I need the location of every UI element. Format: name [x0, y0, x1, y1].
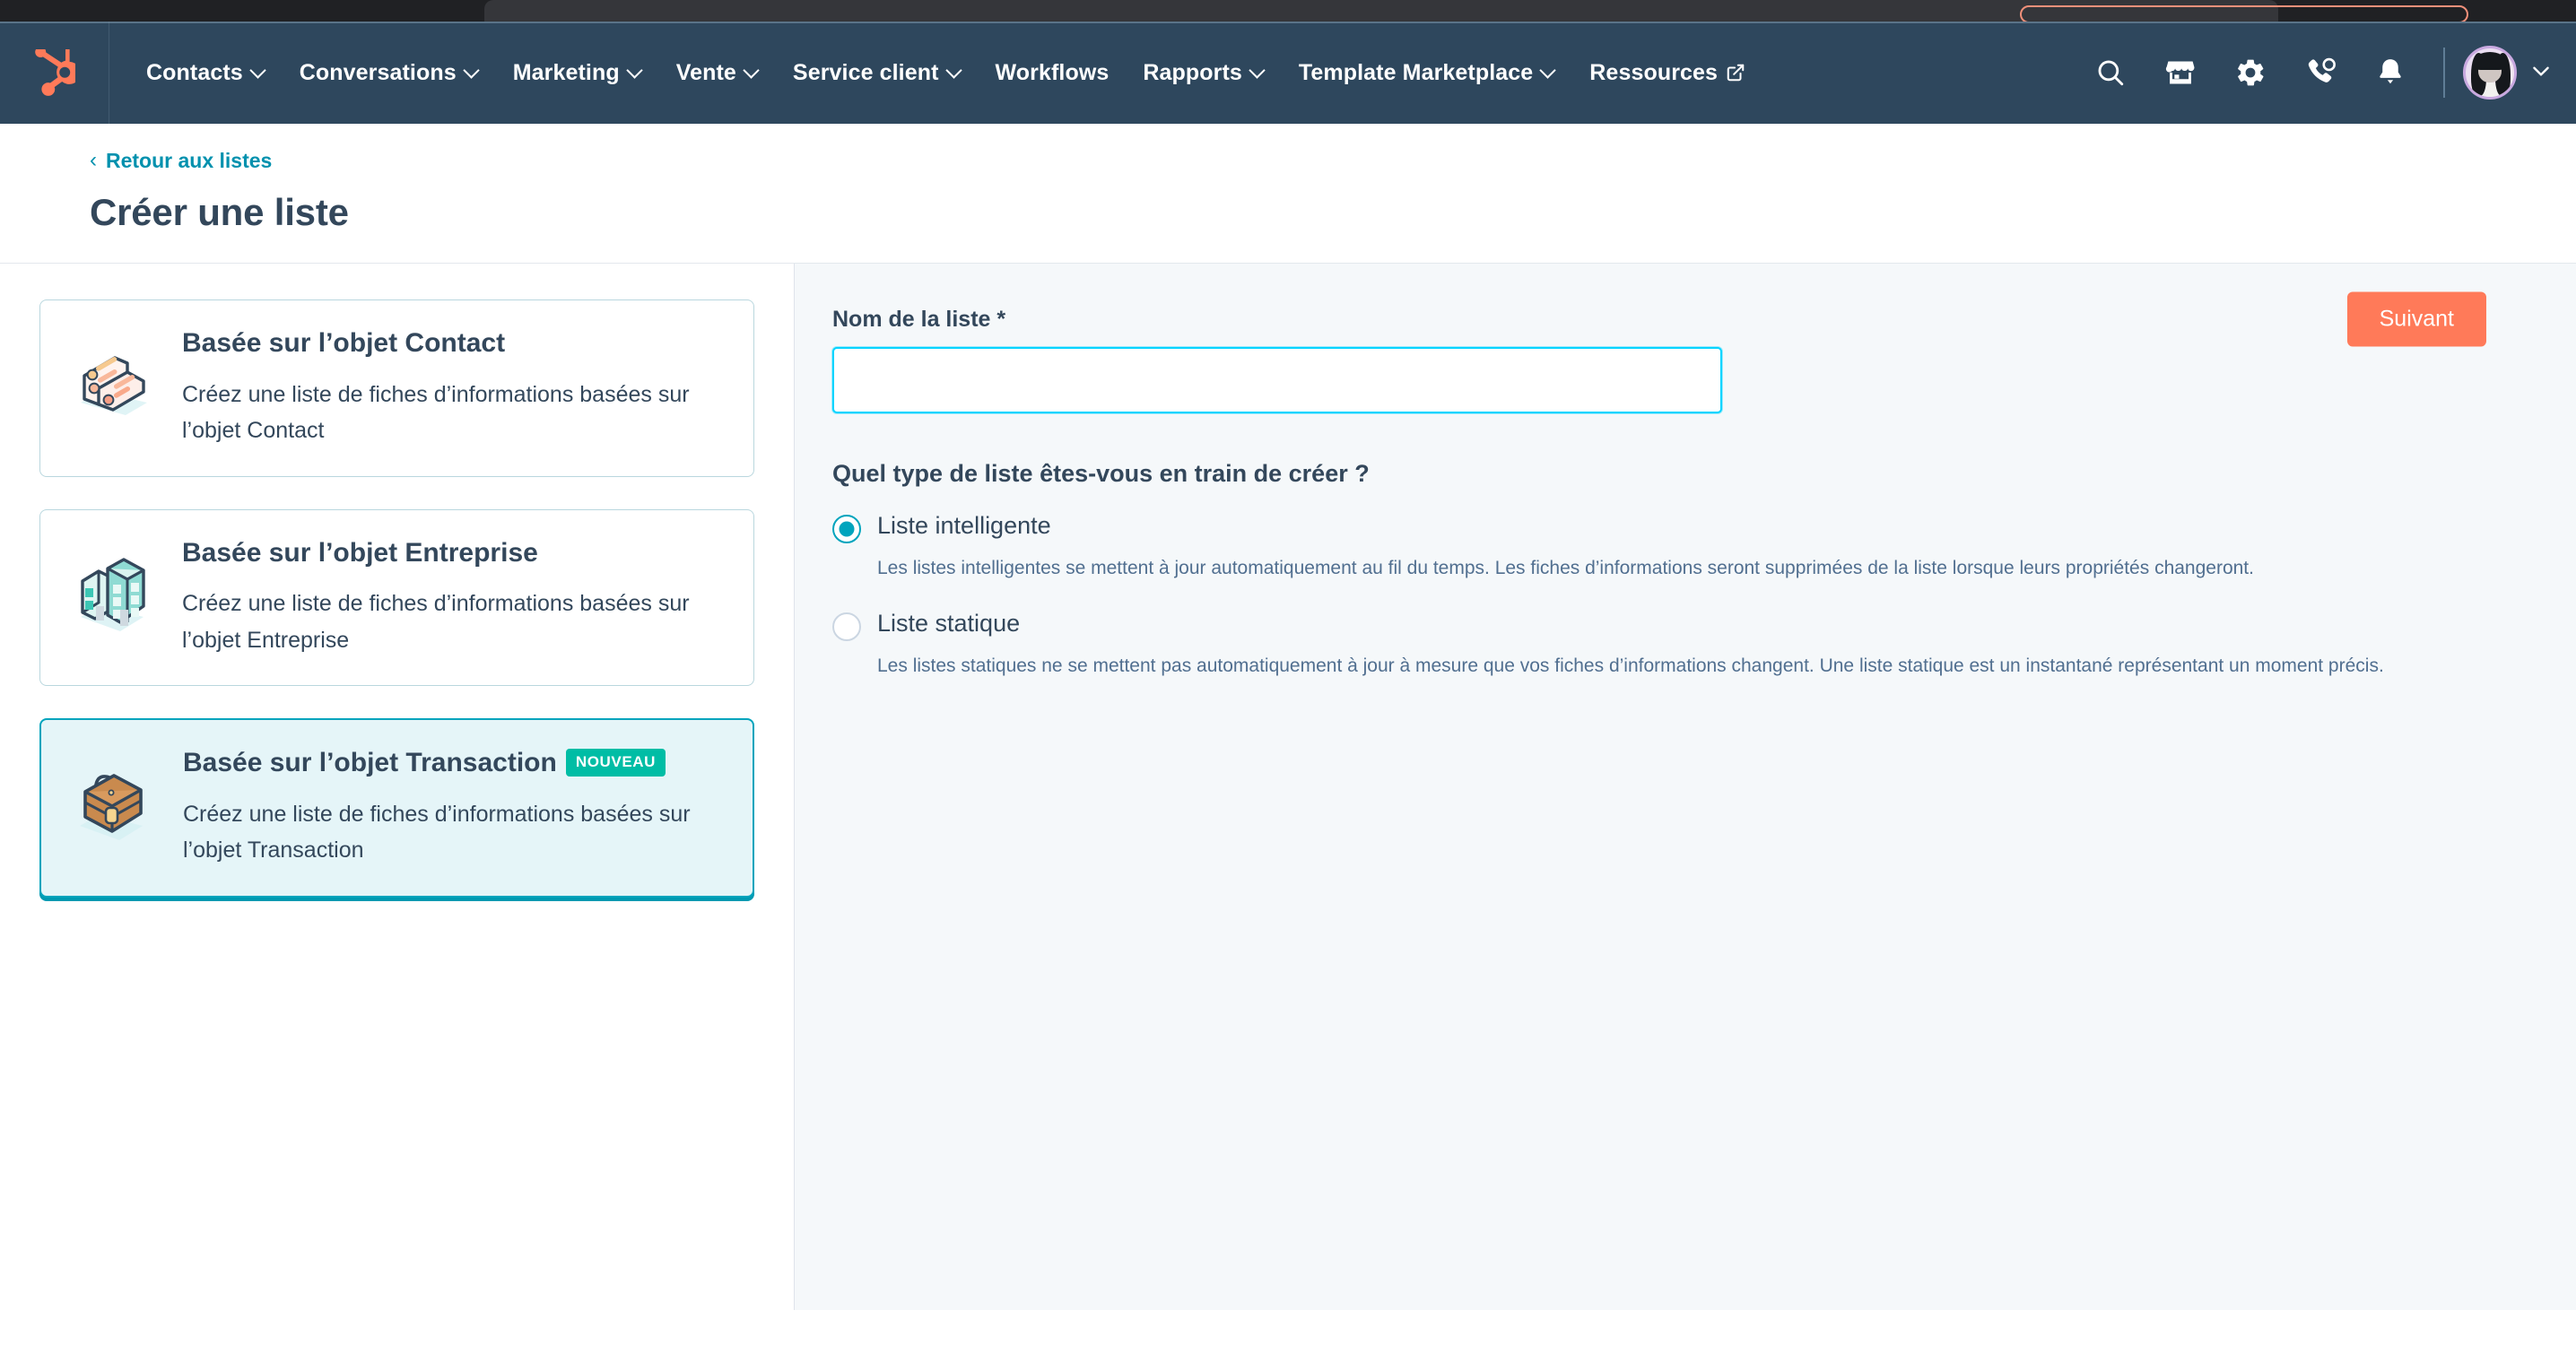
user-avatar[interactable]: [2463, 46, 2517, 100]
top-navigation-bar: Contacts Conversations Marketing Vente S…: [0, 22, 2576, 124]
radio-button-smart-list[interactable]: [832, 515, 861, 543]
briefcase-icon: [65, 765, 163, 851]
list-settings-panel: Nom de la liste * Quel type de liste ête…: [795, 264, 2576, 1310]
back-to-lists-link[interactable]: ‹ Retour aux listes: [90, 149, 272, 173]
object-card-body: Basée sur l’objet Transaction NOUVEAU Cré…: [183, 747, 729, 869]
nav-item-label: Marketing: [512, 59, 620, 85]
search-icon[interactable]: [2081, 43, 2140, 102]
radio-label-static-list[interactable]: Liste statique: [877, 609, 1020, 638]
chevron-down-icon: [1250, 64, 1265, 78]
nav-menu-items: Contacts Conversations Marketing Vente S…: [109, 51, 2076, 95]
nav-item-template-marketplace[interactable]: Template Marketplace: [1282, 51, 1572, 95]
browser-url-bar[interactable]: [2020, 5, 2468, 23]
nav-item-marketing[interactable]: Marketing: [496, 51, 659, 95]
nav-item-label: Service client: [792, 59, 939, 85]
chevron-down-icon: [628, 64, 642, 78]
external-link-icon: [1726, 63, 1745, 82]
back-link-label: Retour aux listes: [106, 149, 273, 172]
object-card-body: Basée sur l’objet Entreprise Créez une l…: [182, 537, 730, 659]
browser-tab-strip[interactable]: [484, 0, 2278, 22]
nav-item-label: Vente: [675, 59, 736, 85]
object-card-entreprise[interactable]: Basée sur l’objet Entreprise Créez une l…: [39, 508, 754, 687]
radio-label-smart-list[interactable]: Liste intelligente: [877, 511, 1051, 540]
radio-option-smart-list[interactable]: Liste intelligente: [832, 511, 2522, 543]
object-card-title: Basée sur l’objet Contact: [182, 328, 506, 358]
chevron-down-icon: [744, 64, 759, 78]
list-name-label: Nom de la liste *: [832, 307, 1006, 332]
chevron-left-icon: ‹: [90, 147, 97, 172]
list-name-input[interactable]: [832, 347, 1722, 413]
office-building-icon: [64, 554, 162, 640]
page-header: ‹ Retour aux listes Créer une liste Suiv…: [0, 124, 2576, 347]
list-type-question: Quel type de liste êtes-vous en train de…: [832, 460, 1370, 487]
object-card-title: Basée sur l’objet Entreprise: [182, 537, 538, 568]
object-card-title-text: Basée sur l’objet Transaction: [183, 748, 557, 778]
nav-item-workflows[interactable]: Workflows: [979, 51, 1127, 95]
nav-item-service-client[interactable]: Service client: [776, 51, 979, 95]
next-button[interactable]: Suivant: [2346, 291, 2486, 347]
browser-chrome: [0, 0, 2576, 23]
object-card-transaction[interactable]: Basée sur l’objet Transaction NOUVEAU Cré…: [39, 718, 754, 898]
radio-description-static-list: Les listes statiques ne se mettent pas a…: [877, 655, 2384, 676]
chevron-down-icon: [465, 64, 479, 78]
chevron-down-icon: [947, 64, 962, 78]
radio-option-static-list[interactable]: Liste statique: [832, 609, 2522, 641]
chevron-down-icon: [251, 64, 265, 78]
object-card-description: Créez une liste de fiches d’informations…: [182, 381, 690, 444]
nav-item-label: Contacts: [146, 59, 243, 85]
radio-description-smart-list: Les listes intelligentes se mettent à jo…: [877, 558, 2254, 578]
chevron-down-icon: [1541, 64, 1555, 78]
page-content: Basée sur l’objet Contact Créez une list…: [0, 264, 2576, 1310]
notifications-bell-icon[interactable]: [2361, 43, 2420, 102]
nav-right-icons: [2076, 43, 2576, 102]
object-card-description: Créez une liste de fiches d’informations…: [183, 801, 691, 863]
marketplace-icon[interactable]: [2151, 43, 2210, 102]
contact-book-icon: [64, 347, 162, 430]
nav-item-label: Conversations: [299, 59, 457, 85]
account-menu-chevron-down-icon[interactable]: [2529, 59, 2553, 87]
object-card-body: Basée sur l’objet Contact Créez une list…: [182, 327, 730, 449]
object-card-title: Basée sur l’objet Transaction NOUVEAU: [183, 747, 729, 780]
nav-item-label: Template Marketplace: [1298, 59, 1534, 85]
calling-icon[interactable]: [2291, 43, 2350, 102]
object-type-panel: Basée sur l’objet Contact Créez une list…: [0, 264, 795, 1310]
radio-button-static-list[interactable]: [832, 612, 861, 641]
object-card-description: Créez une liste de fiches d’informations…: [182, 591, 690, 653]
object-card-contact[interactable]: Basée sur l’objet Contact Créez une list…: [39, 299, 754, 477]
nav-item-rapports[interactable]: Rapports: [1126, 51, 1282, 95]
nav-item-vente[interactable]: Vente: [659, 51, 776, 95]
nav-item-label: Workflows: [995, 59, 1110, 85]
nav-item-ressources[interactable]: Ressources: [1572, 51, 1762, 95]
nav-item-contacts[interactable]: Contacts: [129, 51, 283, 95]
nav-item-label: Ressources: [1589, 59, 1719, 85]
status-badge-nouveau: NOUVEAU: [565, 749, 666, 777]
settings-gear-icon[interactable]: [2221, 43, 2280, 102]
avatar-hair-top: [2475, 52, 2505, 71]
nav-item-label: Rapports: [1143, 59, 1242, 85]
hubspot-logo[interactable]: [0, 22, 109, 124]
nav-divider: [2443, 48, 2445, 98]
page-title: Créer une liste: [90, 191, 349, 233]
nav-item-conversations[interactable]: Conversations: [283, 51, 496, 95]
